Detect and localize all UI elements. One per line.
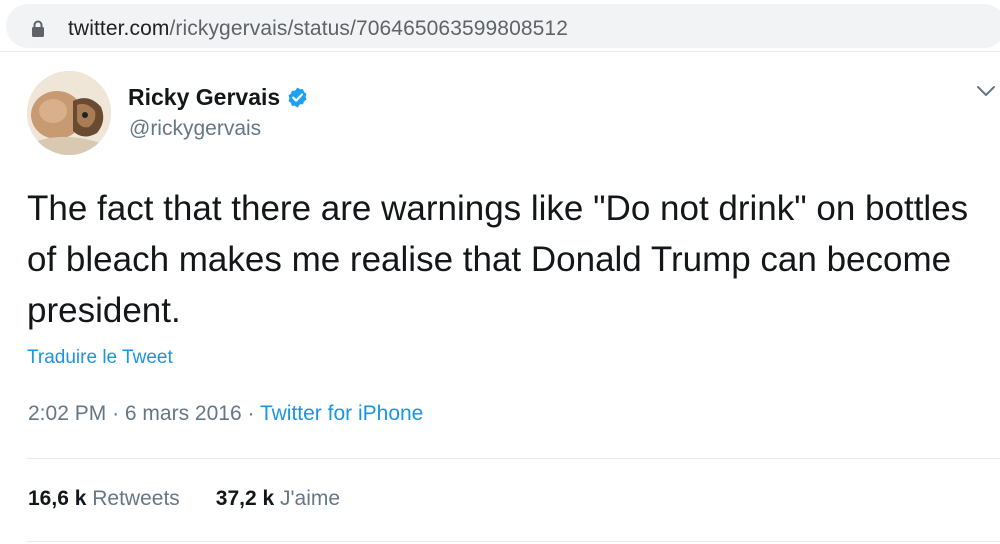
chevron-down-icon[interactable] <box>975 80 997 102</box>
likes-label: J'aime <box>280 487 341 510</box>
avatar[interactable] <box>27 71 111 155</box>
address-bar[interactable]: twitter.com/rickygervais/status/70646506… <box>6 4 1000 48</box>
browser-toolbar: twitter.com/rickygervais/status/70646506… <box>0 0 1000 52</box>
url-host: twitter.com <box>68 17 170 40</box>
lock-icon[interactable] <box>31 20 45 38</box>
meta-separator: · <box>247 402 255 425</box>
meta-separator: · <box>112 402 120 425</box>
url-path: /rickygervais/status/706465063599808512 <box>169 17 568 40</box>
tweet-date[interactable]: 6 mars 2016 <box>125 402 242 425</box>
author-handle[interactable]: @rickygervais <box>129 117 261 141</box>
avatar-image <box>27 71 111 155</box>
toolbar-divider <box>0 51 1000 52</box>
author-name[interactable]: Ricky Gervais <box>128 84 280 111</box>
translate-tweet-link[interactable]: Traduire le Tweet <box>27 347 173 369</box>
verified-badge-icon <box>288 87 307 108</box>
tweet-text: The fact that there are warnings like "D… <box>27 189 969 330</box>
retweets-count: 16,6 k <box>28 487 87 510</box>
stats-bottom-divider <box>27 541 1000 542</box>
url-text[interactable]: twitter.com/rickygervais/status/70646506… <box>68 17 568 41</box>
author-row: Ricky Gervais <box>128 84 309 111</box>
likes-stat[interactable]: 37,2 k J'aime <box>216 487 340 511</box>
tweet-stats: 16,6 k Retweets 37,2 k J'aime <box>28 487 340 511</box>
retweets-stat[interactable]: 16,6 k Retweets <box>28 487 180 511</box>
stats-top-divider <box>27 458 1000 459</box>
retweets-label: Retweets <box>92 487 180 510</box>
tweet-timestamp-row: 2:02 PM · 6 mars 2016 · Twitter for iPho… <box>28 402 423 426</box>
likes-count: 37,2 k <box>215 487 275 510</box>
tweet-source-link[interactable]: Twitter for iPhone <box>260 402 423 425</box>
tweet-time[interactable]: 2:02 PM <box>28 402 106 425</box>
